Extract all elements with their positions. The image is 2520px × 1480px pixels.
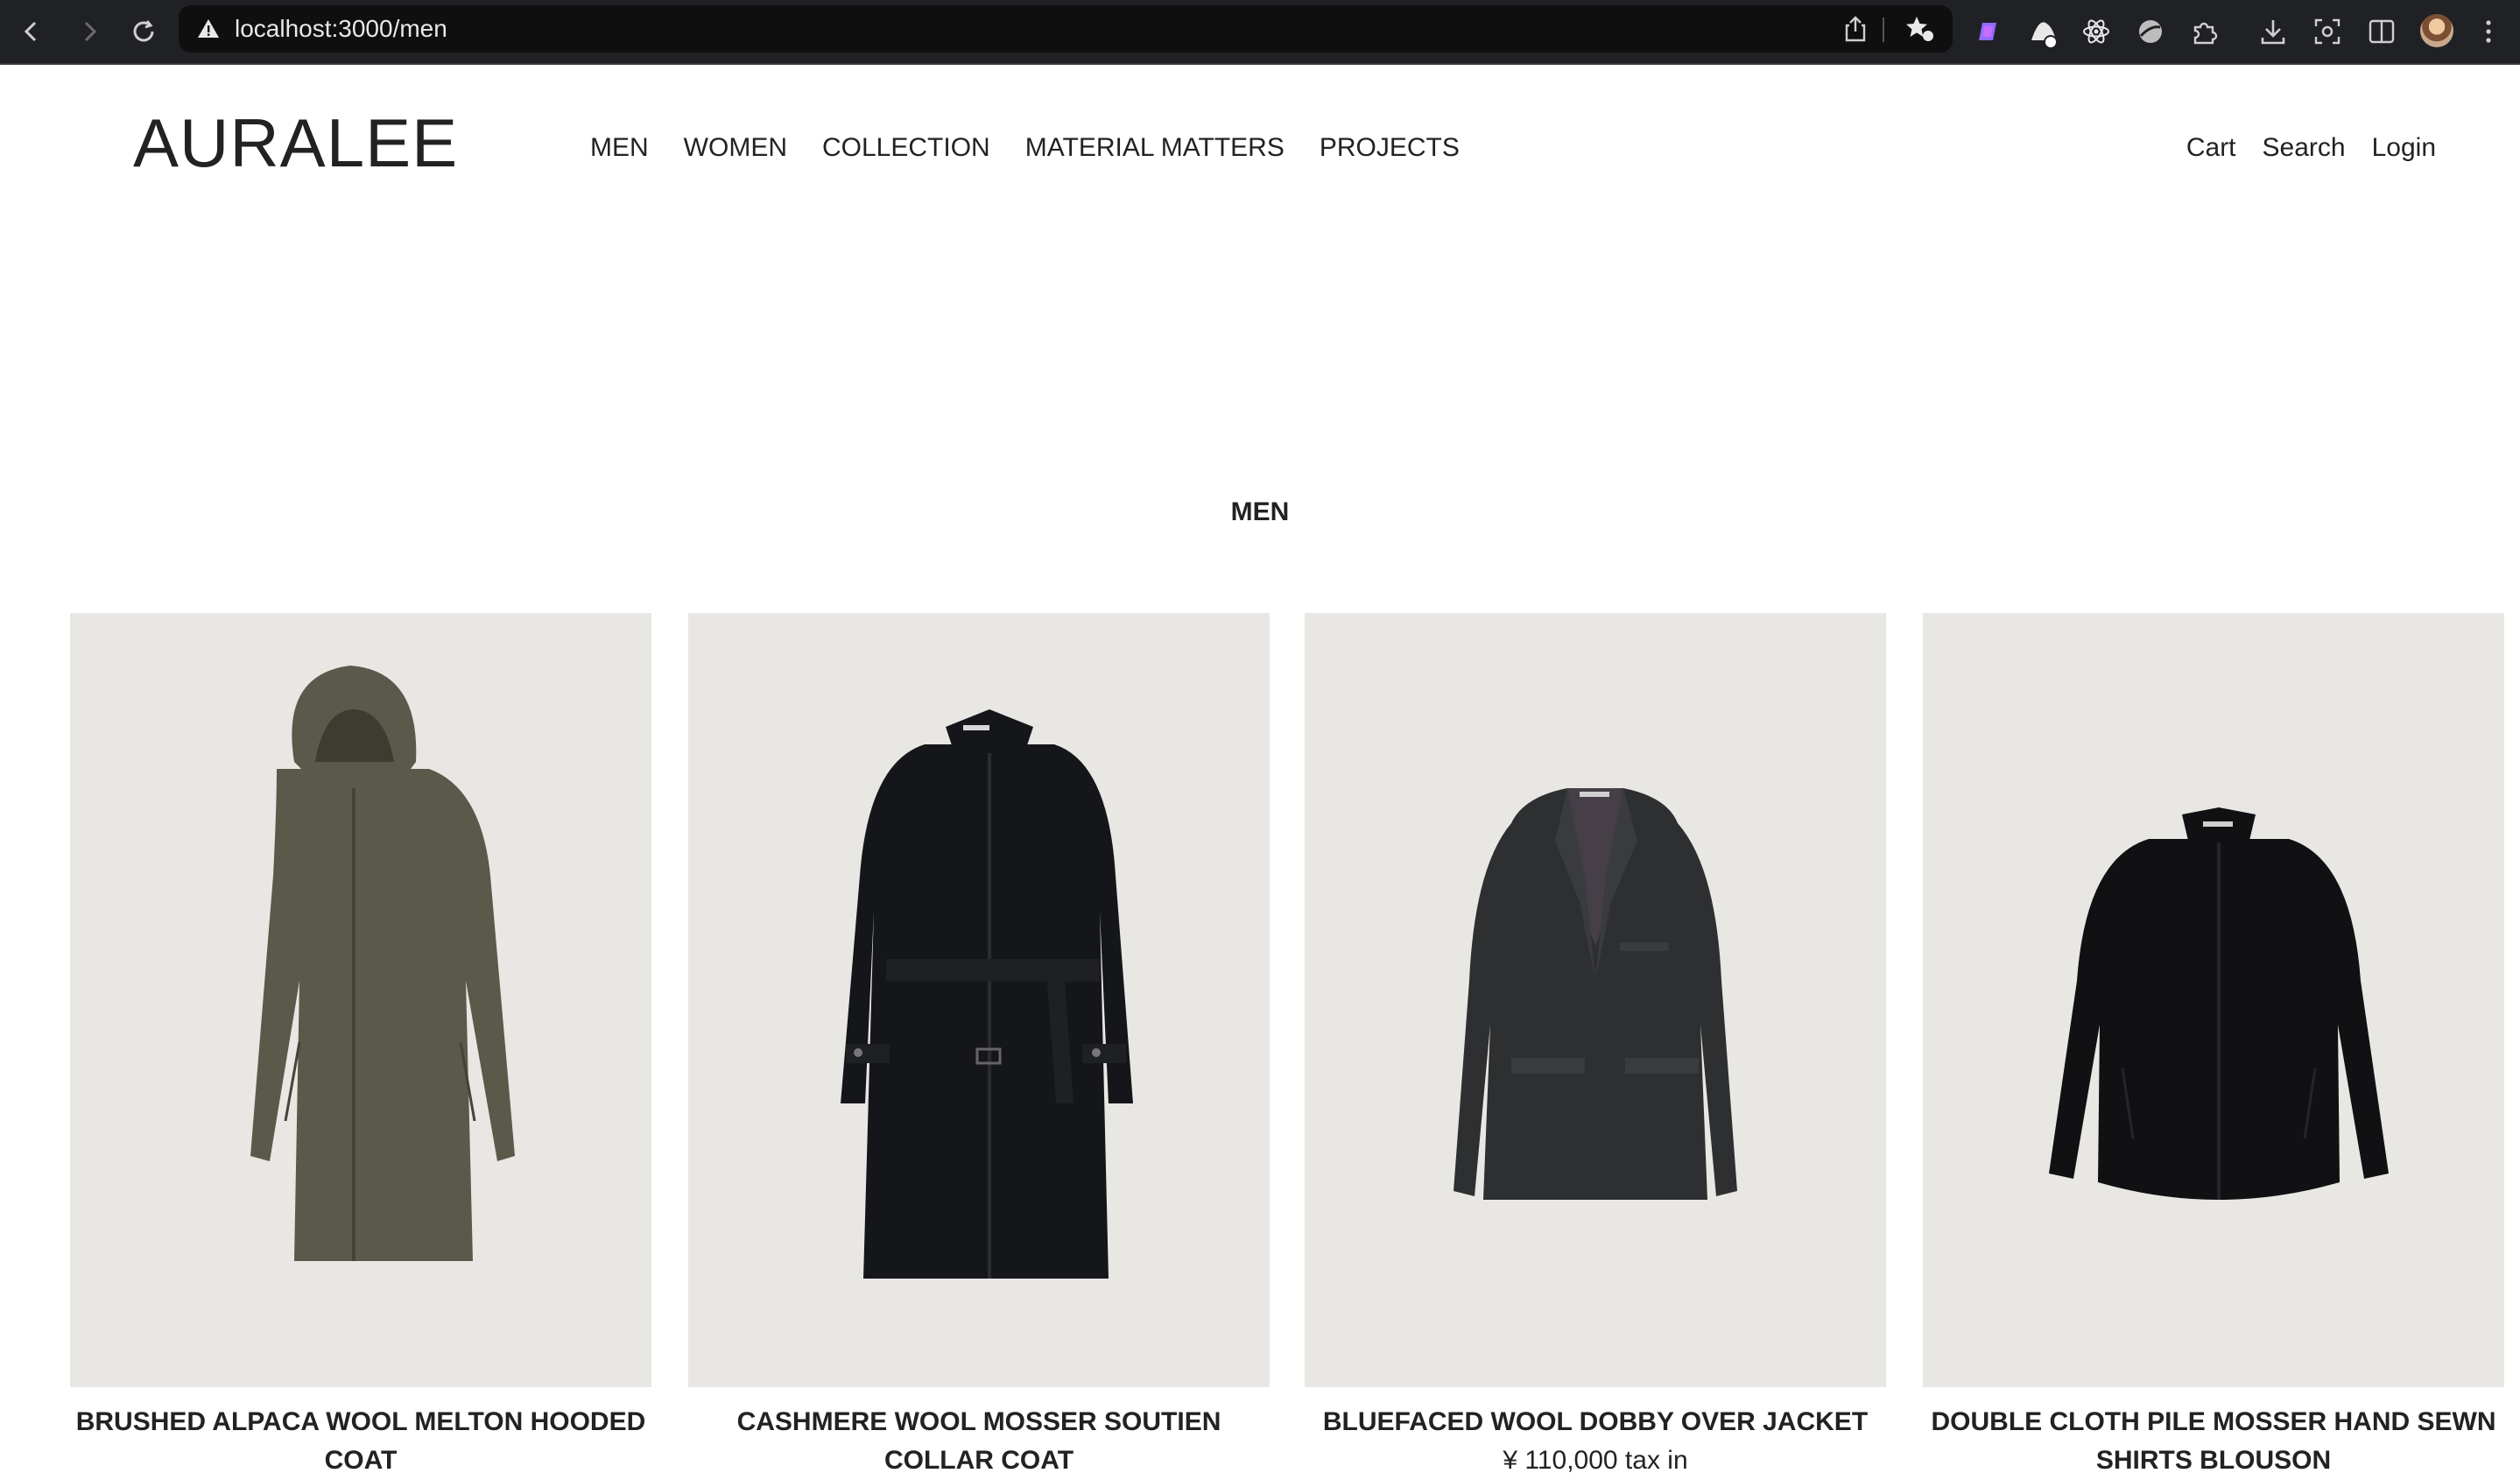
product-name[interactable]: DOUBLE CLOTH PILE MOSSER HAND SEWN SHIRT…	[1923, 1403, 2504, 1480]
ball-icon[interactable]	[2131, 12, 2170, 51]
main-nav: MEN WOMEN COLLECTION MATERIAL MATTERS PR…	[590, 133, 1460, 163]
not-secure-icon[interactable]	[196, 17, 221, 46]
site-logo[interactable]: AURALEE	[133, 103, 458, 183]
puzzle-pink-icon[interactable]	[1968, 12, 2007, 51]
product-name[interactable]: BRUSHED ALPACA WOOL MELTON HOODED COAT	[70, 1403, 651, 1480]
product-image[interactable]	[70, 613, 651, 1387]
share-icon[interactable]	[1842, 15, 1869, 47]
product-card[interactable]: BLUEFACED WOOL DOBBY OVER JACKET ¥ 110,0…	[1305, 613, 1886, 1480]
nav-collection[interactable]: COLLECTION	[822, 133, 990, 163]
atom-icon[interactable]	[2077, 12, 2115, 51]
kebab-menu-icon[interactable]	[2469, 12, 2508, 51]
product-image[interactable]	[688, 613, 1270, 1387]
back-icon[interactable]	[9, 9, 54, 54]
sidebar-icon[interactable]	[2362, 12, 2401, 51]
bookmark-star-icon[interactable]	[1905, 15, 1935, 47]
forward-icon[interactable]	[67, 9, 112, 54]
search-link[interactable]: Search	[2263, 133, 2346, 163]
login-link[interactable]: Login	[2372, 133, 2436, 163]
product-name[interactable]: CASHMERE WOOL MOSSER SOUTIEN COLLAR COAT	[688, 1403, 1270, 1480]
product-price: ¥ 110,000 tax in	[1503, 1446, 1688, 1475]
download-icon[interactable]	[2254, 12, 2292, 51]
address-bar[interactable]: localhost:3000/men	[179, 5, 1953, 53]
cart-link[interactable]: Cart	[2186, 133, 2236, 163]
nav-material-matters[interactable]: MATERIAL MATTERS	[1025, 133, 1285, 163]
product-card[interactable]: BRUSHED ALPACA WOOL MELTON HOODED COAT	[70, 613, 651, 1480]
product-name[interactable]: BLUEFACED WOOL DOBBY OVER JACKET	[1305, 1403, 1886, 1441]
puzzle-icon[interactable]	[2186, 12, 2224, 51]
browser-toolbar: localhost:3000/men	[0, 0, 2520, 65]
product-card[interactable]: CASHMERE WOOL MOSSER SOUTIEN COLLAR COAT	[688, 613, 1270, 1480]
reload-icon[interactable]	[121, 9, 166, 54]
product-card[interactable]: DOUBLE CLOTH PILE MOSSER HAND SEWN SHIRT…	[1923, 613, 2504, 1480]
product-image[interactable]	[1923, 613, 2504, 1387]
nav-men[interactable]: MEN	[590, 133, 649, 163]
url-text[interactable]: localhost:3000/men	[235, 5, 447, 53]
screenshot-icon[interactable]	[2308, 12, 2347, 51]
utility-nav: Cart Search Login	[2186, 133, 2436, 163]
nav-projects[interactable]: PROJECTS	[1320, 133, 1460, 163]
page-title: MEN	[1230, 497, 1290, 526]
profile-avatar[interactable]	[2420, 14, 2453, 47]
cone-icon[interactable]	[2024, 12, 2063, 51]
omnibox-divider	[1883, 18, 1884, 42]
product-image[interactable]	[1305, 613, 1886, 1387]
nav-women[interactable]: WOMEN	[684, 133, 787, 163]
